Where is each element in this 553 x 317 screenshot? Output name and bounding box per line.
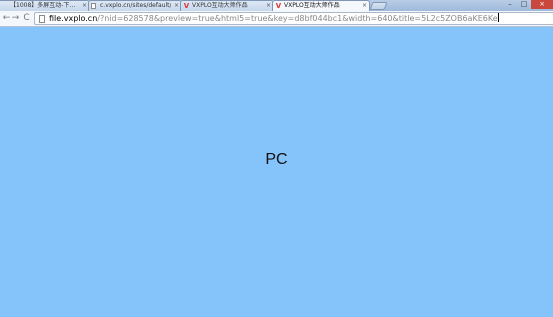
tab-1008[interactable]: 【1008】多屏互动-下… × xyxy=(0,0,90,11)
browser-toolbar: ← → C file.vxplo.cn/?nid=628578&preview=… xyxy=(0,11,553,27)
text-caret xyxy=(497,13,499,22)
window-close-button[interactable]: × xyxy=(531,0,553,9)
tab-label: VXPLO互动大师作品 xyxy=(284,2,340,9)
url-text[interactable]: file.vxplo.cn/?nid=628578&preview=true&h… xyxy=(49,13,499,25)
page-viewport: PC xyxy=(0,28,553,317)
url-host: file.vxplo.cn xyxy=(49,14,98,23)
vxplo-logo-icon: V xyxy=(183,2,190,10)
tab-vxplo-works[interactable]: V VXPLO互动大师作品 × xyxy=(180,0,274,11)
document-icon xyxy=(91,3,96,9)
maximize-button[interactable]: □ xyxy=(517,0,531,9)
tab-vxplo-sites[interactable]: c.vxplo.cn/sites/default/… × xyxy=(88,0,182,11)
tab-label: 【1008】多屏互动-下… xyxy=(10,2,76,9)
tab-vxplo-works-active[interactable]: V VXPLO互动大师作品 × xyxy=(272,0,370,11)
tab-label: c.vxplo.cn/sites/default/… xyxy=(100,2,171,9)
close-tab-icon[interactable]: × xyxy=(266,1,271,10)
forward-button[interactable]: → xyxy=(10,13,21,24)
new-tab-button[interactable] xyxy=(369,2,388,10)
address-bar[interactable]: file.vxplo.cn/?nid=628578&preview=true&h… xyxy=(34,12,553,25)
reload-button[interactable]: C xyxy=(21,13,32,24)
close-tab-icon[interactable]: × xyxy=(362,1,367,10)
close-tab-icon[interactable]: × xyxy=(174,1,179,10)
pc-label: PC xyxy=(265,151,288,168)
close-tab-icon[interactable]: × xyxy=(82,1,87,10)
page-info-icon[interactable] xyxy=(39,15,45,23)
url-path: /?nid=628578&preview=true&html5=true&key… xyxy=(97,14,498,23)
vxplo-logo-icon: V xyxy=(275,2,282,10)
tab-strip: 【1008】多屏互动-下… × c.vxplo.cn/sites/default… xyxy=(0,0,553,11)
tab-label: VXPLO互动大师作品 xyxy=(192,2,248,9)
minimize-button[interactable]: – xyxy=(503,0,517,9)
document-icon xyxy=(1,3,8,9)
